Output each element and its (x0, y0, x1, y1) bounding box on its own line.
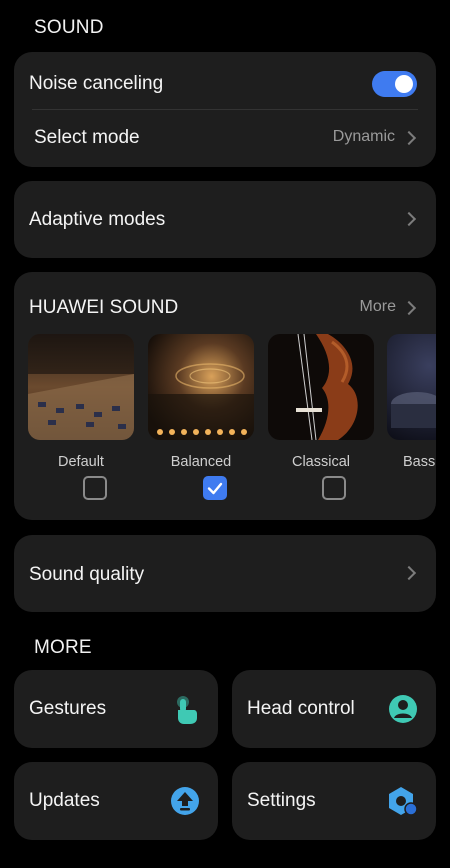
classical-thumbnail (268, 334, 374, 440)
chevron-right-icon (401, 130, 417, 146)
updates-label: Updates (29, 790, 100, 811)
huawei-sound-card: HUAWEI SOUND More Default Balanced Class… (14, 272, 436, 520)
more-link[interactable]: More (348, 297, 418, 321)
select-mode-row[interactable]: Select mode Dynamic (14, 110, 436, 167)
sound-quality-row[interactable]: Sound quality (14, 535, 436, 612)
head-control-icon (389, 695, 417, 723)
style-label-default: Default (58, 454, 104, 470)
style-item-balanced[interactable]: Balanced (148, 334, 254, 470)
toggle-knob (395, 75, 413, 93)
style-label-balanced: Balanced (170, 454, 232, 470)
more-label: More (359, 298, 396, 315)
gesture-hand-icon (177, 696, 197, 724)
select-mode-value: Dynamic (332, 128, 395, 145)
default-checkbox[interactable] (83, 476, 107, 500)
chevron-right-icon (401, 300, 417, 316)
section-title-sound: SOUND (34, 17, 104, 38)
settings-hexagon-icon (389, 787, 418, 816)
chevron-right-icon (401, 565, 417, 581)
settings-button[interactable]: Settings (232, 762, 436, 840)
style-label-classical: Classical (291, 454, 350, 470)
balanced-checkbox[interactable] (203, 476, 227, 500)
default-thumbnail (28, 334, 134, 440)
style-item-default[interactable]: Default (28, 334, 134, 470)
gestures-label: Gestures (29, 698, 107, 719)
head-control-button[interactable]: Head control (232, 670, 436, 748)
section-title-more: MORE (34, 637, 92, 658)
style-item-classical[interactable]: Classical (268, 334, 374, 470)
head-control-label: Head control (247, 698, 355, 719)
select-mode-label: Select mode (34, 127, 140, 148)
sound-styles-carousel[interactable]: Default Balanced Classical Bass (28, 334, 436, 514)
balanced-thumbnail (148, 334, 254, 440)
checkmark-icon (207, 482, 223, 495)
adaptive-modes-row[interactable]: Adaptive modes (14, 181, 436, 258)
style-item-bass[interactable]: Bass (387, 334, 436, 470)
bass-thumbnail (387, 334, 436, 440)
settings-label: Settings (247, 790, 316, 811)
classical-checkbox[interactable] (322, 476, 346, 500)
noise-card: Noise canceling Select mode Dynamic (14, 52, 436, 167)
adaptive-modes-label: Adaptive modes (29, 209, 166, 230)
sound-quality-label: Sound quality (29, 564, 145, 585)
huawei-sound-title: HUAWEI SOUND (29, 297, 179, 318)
updates-button[interactable]: Updates (14, 762, 218, 840)
noise-canceling-toggle[interactable] (372, 71, 417, 97)
noise-canceling-label: Noise canceling (29, 73, 164, 94)
chevron-right-icon (401, 211, 417, 227)
update-arrow-icon (171, 787, 199, 815)
gestures-button[interactable]: Gestures (14, 670, 218, 748)
style-label-bass: Bass (403, 454, 436, 470)
